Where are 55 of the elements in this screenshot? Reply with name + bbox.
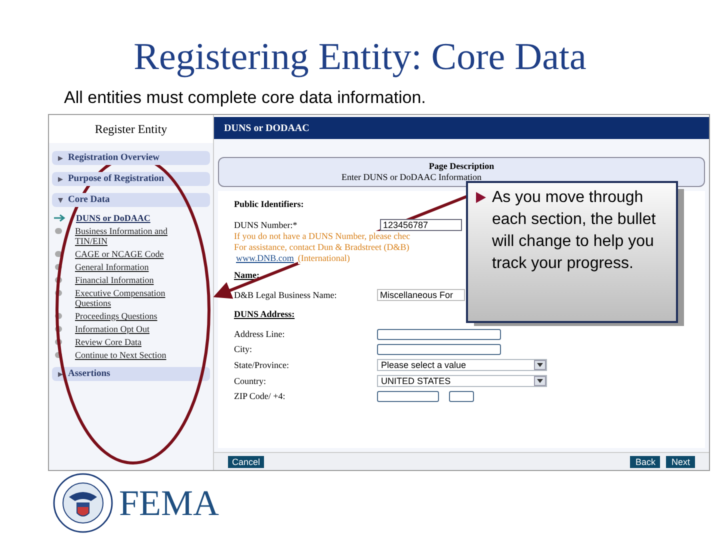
sidebar-step-link[interactable]: Executive Compensation Questions [75,288,185,308]
section-heading: Name: [234,270,260,281]
section-heading: Public Identifiers: [234,199,304,210]
collapsed-triangle-icon [58,156,63,160]
page-description-title: Page Description [428,161,494,172]
sidebar-step-link[interactable]: Information Opt Out [75,324,185,334]
sidebar-section[interactable]: Purpose of Registration [52,172,210,186]
sidebar-title: Register Entity [94,121,168,138]
zip-extension-field[interactable] [449,391,474,402]
select-field[interactable]: Please select a value [377,359,547,371]
sidebar-step-link[interactable]: Proceedings Questions [75,311,185,321]
duns-number-field[interactable]: 123456787 [380,219,462,231]
section-heading: DUNS Address: [234,309,295,320]
sidebar-step-link[interactable]: Financial Information [75,275,185,285]
sidebar-section[interactable]: Assertions [52,367,210,381]
collapsed-triangle-icon [58,176,63,182]
help-text: If you do not have a DUNS Number, please chec [234,231,410,242]
text-field[interactable] [377,344,501,355]
field-label: City: [234,344,254,355]
nav-button[interactable]: Back [630,456,660,468]
sidebar-step-link[interactable]: Review Core Data [75,337,185,347]
zip-field[interactable] [377,391,439,402]
field-label: ZIP Code/ +4: [234,391,286,402]
callout-text: As you move through each section, the bullet will change to help you track your progress. [492,188,657,274]
seal-logo-icon [53,473,113,533]
field-label: D&B Legal Business Name: [234,290,338,300]
field-label: Address Line: [234,329,286,340]
page-header-title: DUNS or DODAAC [224,122,310,136]
bullet-triangle-icon [476,192,486,203]
field-label: Country: [234,376,268,386]
help-text: For assistance, contact Dun & Bradstreet (D&B) [234,242,410,253]
sidebar-step-link[interactable]: General Information [75,262,185,272]
sidebar-step-link[interactable]: DUNS or DoDAAC [76,213,186,223]
field-label: State/Province: [234,360,290,370]
dnb-link[interactable]: www.DNB.com [236,253,294,264]
sidebar-step-link[interactable]: Business Information and TIN/EIN [75,226,185,246]
dropdown-caret-icon [534,376,546,386]
collapsed-triangle-icon [58,372,63,376]
select-field[interactable]: UNITED STATES [377,375,547,387]
legal-name-field[interactable]: Miscellaneous For [377,289,465,301]
field-label: DUNS Number:* [234,220,298,230]
fema-logo-text: FEMA [119,483,220,523]
sidebar-step-link[interactable]: CAGE or NCAGE Code [75,249,185,259]
nav-button[interactable]: Next [666,456,695,468]
text-field[interactable] [377,329,501,340]
cancel-button[interactable]: Cancel [228,456,264,468]
slide-title: Registering Entity: Core Data [134,35,586,80]
slide-subtitle: All entities must complete core data information. [64,88,426,108]
expanded-triangle-icon [58,198,63,202]
sidebar-step-link[interactable]: Continue to Next Section [75,350,185,360]
dropdown-caret-icon [534,360,546,370]
help-text: (International) [298,253,350,264]
page-description-text: Enter DUNS or DoDAAC Information [342,172,482,183]
sidebar-section[interactable]: Core Data [52,193,210,207]
sidebar-section[interactable]: Registration Overview [52,151,210,165]
